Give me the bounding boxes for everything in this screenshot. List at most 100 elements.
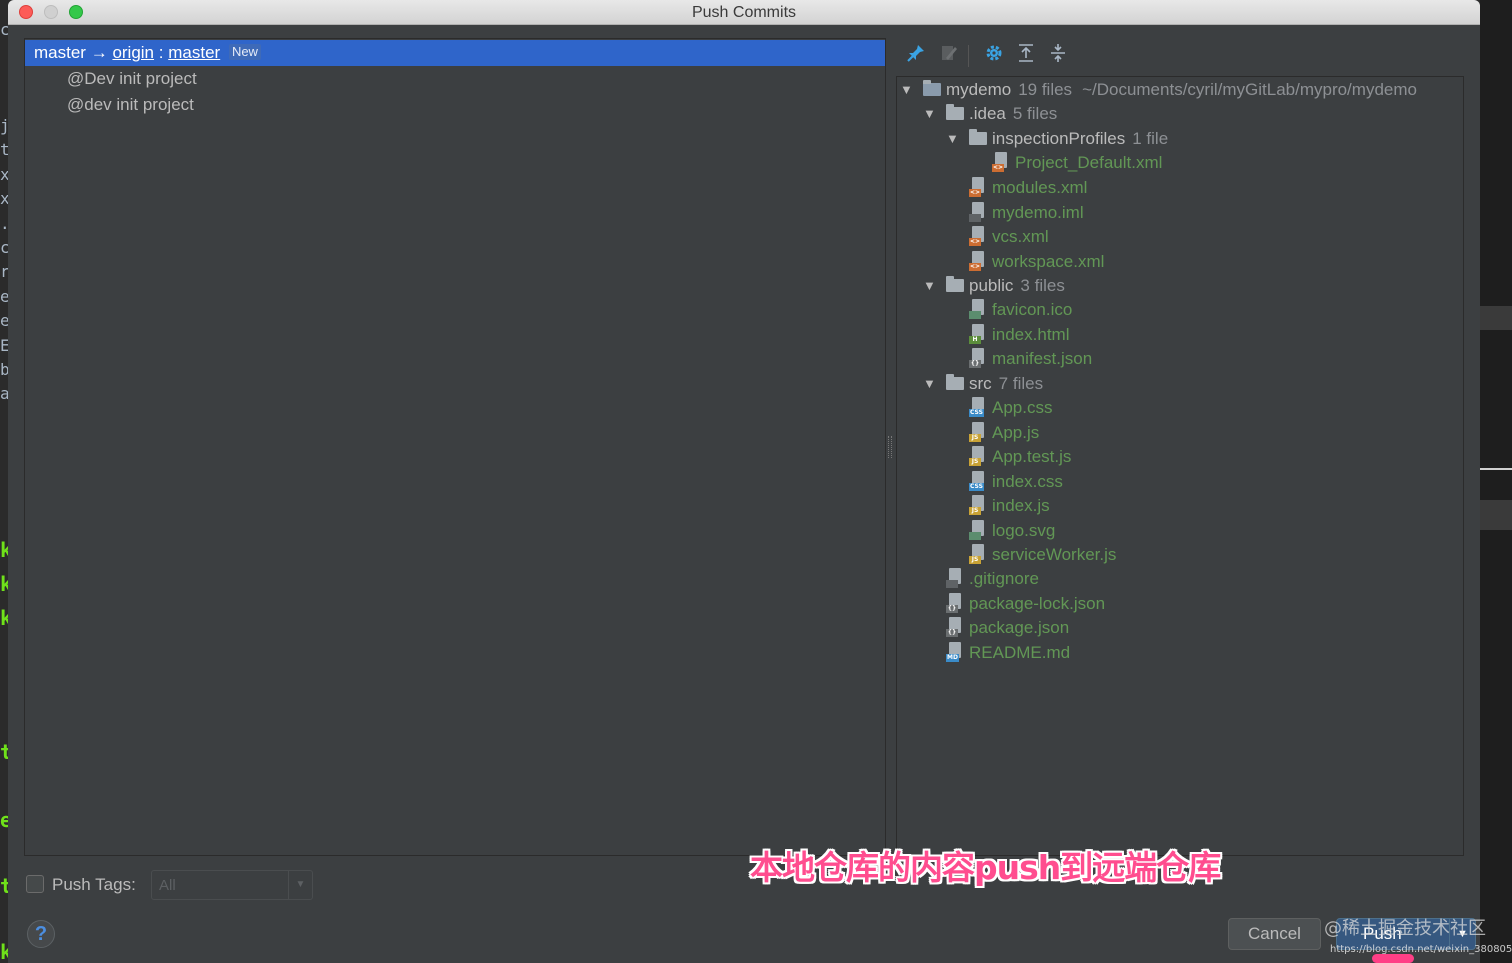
tree-file[interactable]: CSS App.css: [969, 396, 1052, 420]
chevron-down-icon: ▼: [288, 871, 312, 899]
file-name: package-lock.json: [969, 593, 1106, 613]
file-icon: [946, 568, 964, 588]
push-tags-label: Push Tags:: [52, 875, 136, 894]
folder-path: ~/Documents/cyril/myGitLab/mypro/mydemo: [1082, 80, 1417, 99]
tree-file[interactable]: JS index.js: [969, 494, 1050, 518]
help-button[interactable]: ?: [27, 920, 55, 948]
window-title: Push Commits: [691, 4, 797, 21]
file-type-tag: [969, 531, 981, 540]
expand-arrow-icon[interactable]: ▼: [923, 274, 937, 298]
tree-file[interactable]: {} manifest.json: [969, 347, 1092, 371]
file-icon: [969, 299, 987, 319]
file-type-tag: <>: [992, 164, 1005, 172]
watermark: @稀土掘金技术社区: [1324, 918, 1486, 939]
file-type-tag: JS: [969, 433, 981, 442]
file-icon: JS: [969, 446, 987, 466]
tree-file[interactable]: .gitignore: [946, 567, 1039, 591]
file-icon: CSS: [969, 470, 987, 491]
tree-folder-root[interactable]: mydemo 19 files ~/Documents/cyril/myGitLab…: [923, 78, 1417, 102]
file-icon: {}: [946, 617, 964, 637]
file-name: workspace.xml: [992, 251, 1105, 271]
arrow-icon: →: [90, 43, 108, 62]
file-type-tag: {}: [946, 604, 958, 613]
edit-icon[interactable]: [936, 42, 960, 68]
tree-file[interactable]: CSS index.css: [969, 470, 1063, 494]
folder-icon: [946, 104, 964, 120]
tree-file[interactable]: {} package-lock.json: [946, 592, 1105, 616]
file-type-tag: <>: [969, 189, 982, 197]
file-icon: <>: [969, 226, 987, 246]
tree-file[interactable]: logo.svg: [969, 519, 1055, 543]
remote-branch-link[interactable]: master: [168, 43, 220, 62]
file-type-tag: <>: [969, 262, 982, 271]
file-icon: MD: [946, 641, 964, 662]
folder-name: inspectionProfiles: [992, 129, 1126, 148]
folder-icon: [946, 374, 964, 390]
gear-icon[interactable]: [982, 42, 1006, 68]
tree-folder-inspection[interactable]: inspectionProfiles 1 file: [969, 127, 1168, 151]
expand-arrow-icon[interactable]: ▼: [923, 372, 937, 396]
file-icon: H: [969, 323, 987, 344]
file-icon: <>: [969, 177, 987, 197]
tree-folder-public[interactable]: public 3 files: [946, 274, 1065, 298]
file-icon: {}: [969, 348, 987, 368]
file-count: 19 files: [1018, 80, 1073, 99]
file-icon: [969, 519, 987, 540]
file-name: logo.svg: [992, 520, 1056, 540]
push-tags-checkbox[interactable]: [26, 875, 44, 893]
commit-item[interactable]: @dev init project: [67, 95, 194, 115]
file-type-tag: MD: [946, 653, 959, 662]
tree-file[interactable]: <> vcs.xml: [969, 225, 1049, 249]
tree-file[interactable]: JS serviceWorker.js: [969, 543, 1116, 567]
push-tags-select[interactable]: All ▼: [151, 870, 313, 900]
tree-file[interactable]: Hindex.html: [969, 323, 1069, 347]
tree-file[interactable]: JS App.test.js: [969, 445, 1071, 469]
panel-splitter[interactable]: [888, 436, 892, 458]
file-name: index.js: [992, 496, 1050, 515]
expand-arrow-icon[interactable]: ▼: [900, 78, 914, 102]
remote-link[interactable]: origin: [112, 43, 154, 62]
tree-file[interactable]: <> Project_Default.xml: [992, 151, 1162, 175]
tree-folder-src[interactable]: src 7 files: [946, 372, 1043, 396]
tree-file[interactable]: MD README.md: [946, 641, 1070, 665]
tree-file[interactable]: <> modules.xml: [969, 176, 1087, 200]
file-count: 5 files: [1012, 104, 1058, 123]
collapse-all-icon[interactable]: [1046, 42, 1070, 68]
file-icon: JS: [969, 421, 987, 442]
expand-arrow-icon[interactable]: ▼: [946, 127, 960, 151]
file-type-tag: CSS: [969, 482, 984, 491]
branch-row[interactable]: master → origin : master New: [25, 40, 885, 66]
file-type-tag: [969, 213, 981, 222]
local-branch: master: [34, 43, 86, 62]
file-type-tag: JS: [969, 458, 981, 466]
tree-file[interactable]: JS App.js: [969, 421, 1039, 445]
pin-icon[interactable]: [904, 42, 928, 68]
file-name: App.test.js: [992, 447, 1072, 466]
file-icon: <>: [969, 250, 987, 271]
tree-file[interactable]: favicon.ico: [969, 298, 1072, 322]
commit-item[interactable]: @Dev init project: [67, 69, 197, 89]
tree-folder-idea[interactable]: .idea 5 files: [946, 102, 1057, 126]
file-type-tag: {}: [946, 629, 958, 637]
file-type-tag: <>: [969, 238, 982, 246]
file-name: Project_Default.xml: [1015, 153, 1163, 172]
folder-name: mydemo: [946, 80, 1012, 99]
tree-file[interactable]: <> workspace.xml: [969, 250, 1104, 274]
tree-file[interactable]: mydemo.iml: [969, 201, 1084, 225]
file-type-tag: [946, 580, 958, 588]
video-caption: 本地仓库的内容push到远端仓库: [750, 848, 1221, 887]
file-name: favicon.ico: [992, 300, 1073, 319]
cancel-button[interactable]: Cancel: [1228, 918, 1321, 950]
file-name: serviceWorker.js: [992, 545, 1117, 564]
tree-file[interactable]: {} package.json: [946, 616, 1069, 640]
expand-all-icon[interactable]: [1014, 42, 1038, 68]
file-type-tag: {}: [969, 360, 981, 368]
expand-arrow-icon[interactable]: ▼: [923, 102, 937, 126]
file-icon: [969, 201, 987, 222]
background-window: [1480, 0, 1512, 963]
folder-name: src: [969, 374, 992, 393]
toolbar-separator: [968, 45, 969, 67]
file-type-tag: CSS: [969, 409, 984, 417]
file-count: 3 files: [1020, 276, 1065, 295]
file-name: index.html: [992, 324, 1070, 344]
